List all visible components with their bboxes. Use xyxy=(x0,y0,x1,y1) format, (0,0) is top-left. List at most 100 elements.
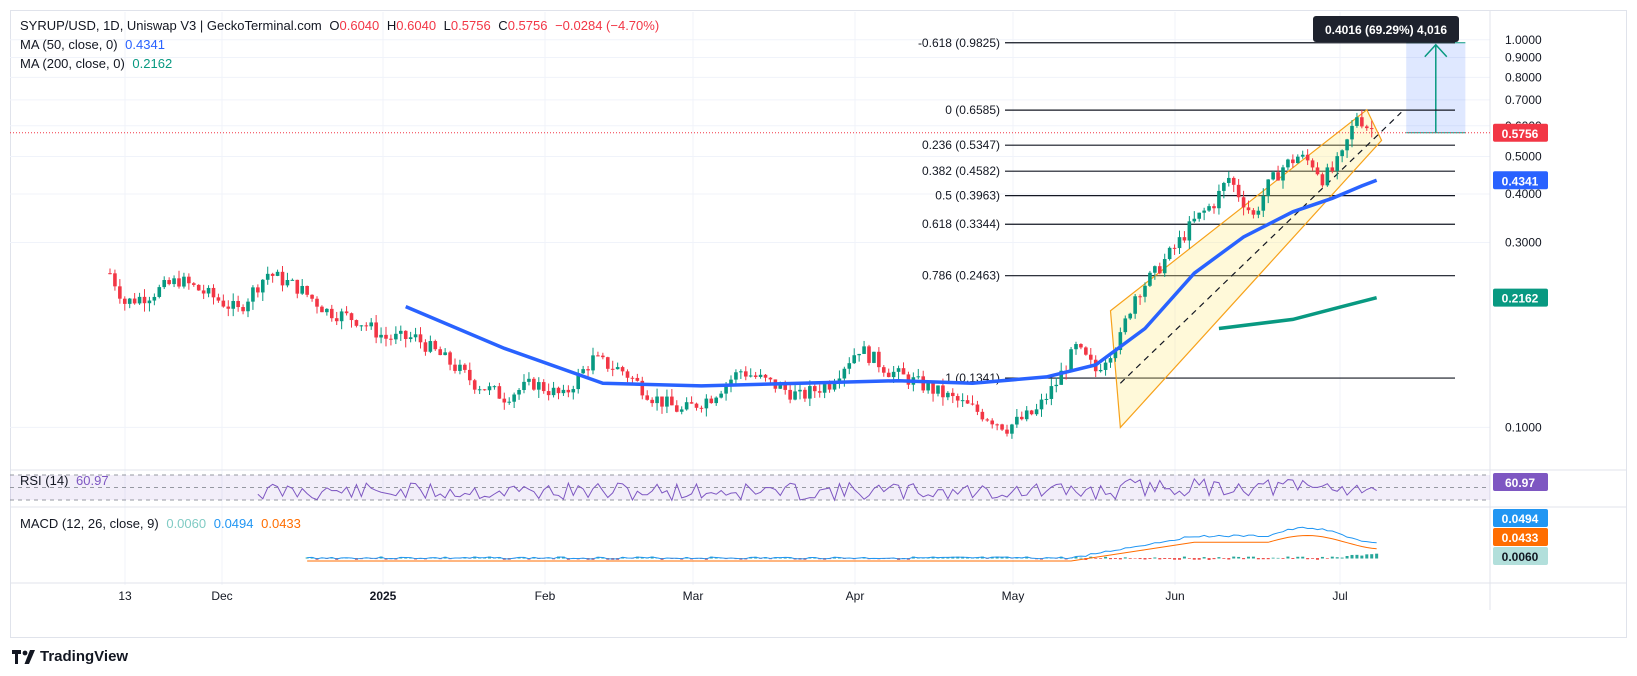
candle-body xyxy=(1271,172,1275,180)
candle-body xyxy=(1024,410,1029,420)
macd-histogram-bar xyxy=(1261,558,1265,560)
candle-body xyxy=(1015,416,1019,425)
price-axis-tick: 0.5000 xyxy=(1505,149,1542,163)
price-channel xyxy=(1109,108,1383,429)
candle-body xyxy=(1123,318,1128,333)
candle-body xyxy=(803,389,807,399)
candle-body xyxy=(610,368,615,370)
candle-body xyxy=(970,403,975,405)
candle-body xyxy=(867,346,871,363)
open-label: O xyxy=(329,18,340,33)
candle-body xyxy=(413,334,418,338)
fib-level-label: 0 (0.6585) xyxy=(945,103,1000,117)
candle-body xyxy=(403,330,408,340)
candle-body xyxy=(1162,259,1167,274)
candle-body xyxy=(862,346,866,354)
candle-body xyxy=(487,386,492,391)
candle-body xyxy=(1143,285,1147,297)
candle-body xyxy=(118,286,122,299)
macd-histogram-bar xyxy=(1276,557,1280,559)
macd-histogram-bar xyxy=(1138,558,1142,560)
candle-body xyxy=(339,311,344,322)
candle-body xyxy=(798,389,802,392)
candle-body xyxy=(433,341,438,350)
candle-body xyxy=(1369,128,1374,130)
candle-body xyxy=(665,396,669,407)
candle-body xyxy=(1172,247,1177,249)
rsi-legend[interactable]: RSI (14) 60.97 xyxy=(20,473,113,488)
candle-body xyxy=(812,386,817,392)
ma50-value: 0.4341 xyxy=(125,37,165,52)
candle-body xyxy=(571,389,576,393)
candle-body xyxy=(921,376,926,391)
tradingview-logo[interactable]: TradingView xyxy=(12,648,128,665)
price-axis-badge-text: 0.5756 xyxy=(1502,127,1539,141)
candle-body xyxy=(1207,206,1211,211)
candle-body xyxy=(1345,139,1349,151)
candle-body xyxy=(832,383,837,390)
candle-body xyxy=(896,368,901,372)
candle-body xyxy=(315,298,319,307)
candle-body xyxy=(877,351,881,368)
candle-body xyxy=(1355,117,1359,126)
candle-body xyxy=(857,353,861,356)
candle-body xyxy=(748,375,753,377)
macd-histogram-bar xyxy=(1370,554,1374,559)
candle-body xyxy=(719,393,723,398)
candle-body xyxy=(684,402,689,410)
candle-body xyxy=(295,279,300,294)
candle-body xyxy=(221,300,226,307)
candle-body xyxy=(157,287,162,297)
macd-histogram-bar xyxy=(1182,556,1186,559)
candle-body xyxy=(605,357,610,369)
candle-body xyxy=(191,283,196,285)
macd-histogram-bar xyxy=(1316,558,1319,560)
time-axis-tick: May xyxy=(1002,589,1025,603)
price-axis-tick: 0.9000 xyxy=(1505,51,1542,65)
candle-body xyxy=(679,409,684,412)
macd-histogram-bar xyxy=(1237,556,1241,559)
rsi-label: RSI (14) xyxy=(20,473,69,488)
close-value: 0.5756 xyxy=(507,18,548,33)
candle-body xyxy=(1049,386,1054,399)
candle-body xyxy=(645,395,650,400)
close-label: C xyxy=(498,18,508,33)
macd-line-value: 0.0494 xyxy=(213,516,254,531)
macd-histogram-bar xyxy=(1242,558,1246,560)
candle-body xyxy=(177,278,181,287)
macd-histogram-bar xyxy=(1320,556,1324,559)
candle-body xyxy=(827,384,832,390)
candle-body xyxy=(714,397,719,404)
rsi-axis-badge-text: 60.97 xyxy=(1505,476,1535,490)
candle-body xyxy=(236,301,240,308)
candle-body xyxy=(1364,126,1369,129)
candle-body xyxy=(1069,349,1073,372)
candle-body xyxy=(216,297,221,301)
macd-legend[interactable]: MACD (12, 26, close, 9) 0.0060 0.0494 0.… xyxy=(20,516,305,531)
candle-body xyxy=(660,396,664,407)
candle-body xyxy=(290,279,295,281)
symbol-legend: SYRUP/USD, 1D, Uniswap V3 | GeckoTermina… xyxy=(20,18,663,33)
candle-body xyxy=(507,401,512,403)
candle-body xyxy=(1276,172,1280,181)
candle-body xyxy=(398,330,403,334)
candle-body xyxy=(389,338,393,340)
macd-axis-badge-text: 0.0494 xyxy=(1502,512,1539,526)
candle-body xyxy=(1360,117,1364,127)
candle-body xyxy=(694,403,699,408)
candle-body xyxy=(379,334,383,338)
candle-body xyxy=(950,392,955,397)
candle-body xyxy=(788,389,792,400)
ma200-label: MA (200, close, 0) xyxy=(20,56,125,71)
ma50-legend[interactable]: MA (50, close, 0) 0.4341 xyxy=(20,37,169,52)
ma200-legend[interactable]: MA (200, close, 0) 0.2162 xyxy=(20,56,176,71)
candle-body xyxy=(320,306,324,313)
candle-body xyxy=(196,284,201,291)
candle-body xyxy=(670,396,674,406)
candle-body xyxy=(428,341,433,352)
macd-histogram-bar xyxy=(1202,557,1206,559)
price-chart[interactable]: -0.618 (0.9825) 0 (0.6585) 0.236 (0.5347) 0… xyxy=(0,0,1637,676)
macd-histogram-bar xyxy=(1217,557,1221,559)
candle-body xyxy=(763,374,768,378)
macd-histogram-bar xyxy=(1123,557,1127,559)
